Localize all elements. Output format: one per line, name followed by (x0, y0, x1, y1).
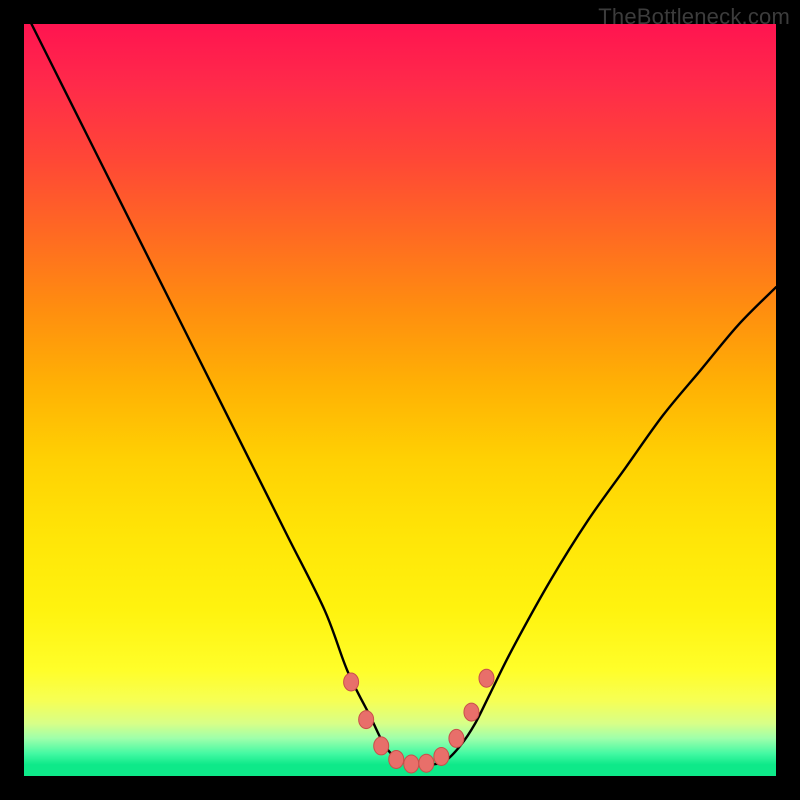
valley-marker (374, 737, 389, 755)
valley-marker (464, 703, 479, 721)
curve-layer (24, 24, 776, 776)
valley-marker (404, 755, 419, 773)
chart-frame: TheBottleneck.com (0, 0, 800, 800)
valley-marker (359, 711, 374, 729)
valley-marker (419, 754, 434, 772)
valley-marker (479, 669, 494, 687)
valley-marker (389, 750, 404, 768)
bottleneck-curve (32, 24, 776, 765)
valley-marker (344, 673, 359, 691)
valley-marker (449, 729, 464, 747)
watermark-text: TheBottleneck.com (598, 4, 790, 30)
valley-marker (434, 747, 449, 765)
valley-markers-group (344, 669, 494, 773)
